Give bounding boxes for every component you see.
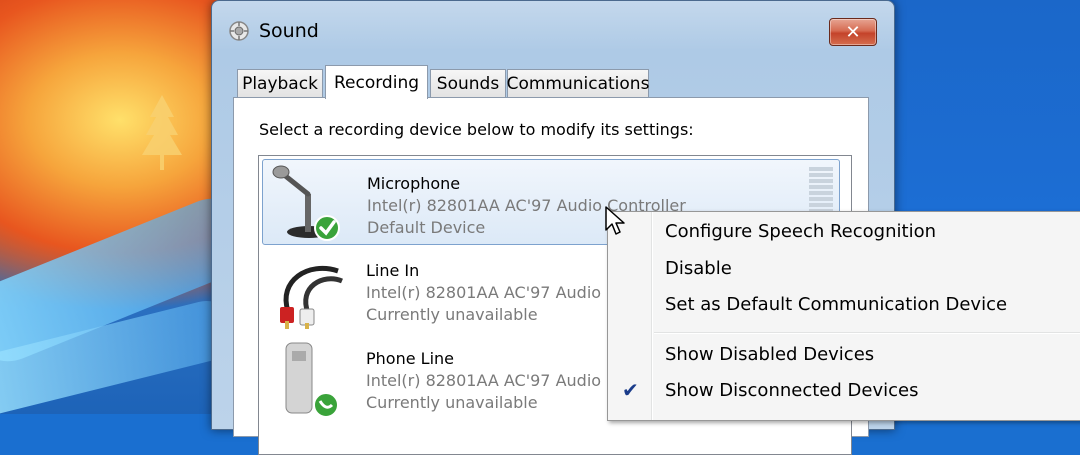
device-status: Default Device: [367, 218, 486, 237]
titlebar[interactable]: Sound ✕: [212, 1, 894, 55]
tree-icon: [142, 95, 182, 170]
phone-icon: [285, 342, 339, 417]
context-menu: Configure Speech Recognition Disable Set…: [607, 211, 1080, 421]
tab-recording[interactable]: Recording: [325, 65, 428, 99]
device-name: Microphone: [367, 174, 461, 193]
sound-icon: [229, 21, 249, 41]
tab-playback[interactable]: Playback: [237, 69, 323, 98]
microphone-icon: [272, 165, 340, 241]
menu-item-show-disabled-devices[interactable]: Show Disabled Devices: [665, 344, 874, 365]
menu-item-set-default-communication[interactable]: Set as Default Communication Device: [665, 294, 1007, 315]
device-status: Currently unavailable: [366, 393, 538, 412]
line-in-cable-icon: [280, 265, 343, 329]
device-status: Currently unavailable: [366, 305, 538, 324]
menu-item-show-disconnected-devices[interactable]: Show Disconnected Devices: [665, 380, 918, 401]
instruction-text: Select a recording device below to modif…: [259, 120, 694, 139]
close-button[interactable]: ✕: [829, 18, 877, 46]
menu-gutter: [652, 212, 653, 420]
tab-communications[interactable]: Communications: [507, 69, 649, 98]
device-name: Phone Line: [366, 349, 454, 368]
window-title: Sound: [259, 20, 319, 42]
menu-item-configure-speech-recognition[interactable]: Configure Speech Recognition: [665, 221, 936, 242]
tab-sounds[interactable]: Sounds: [430, 69, 506, 98]
checkmark-icon: ✔: [622, 378, 639, 402]
device-name: Line In: [366, 261, 420, 280]
menu-item-disable[interactable]: Disable: [665, 258, 732, 279]
mouse-cursor-icon: [605, 206, 625, 235]
menu-separator: [654, 332, 1080, 334]
close-icon: ✕: [845, 21, 861, 43]
